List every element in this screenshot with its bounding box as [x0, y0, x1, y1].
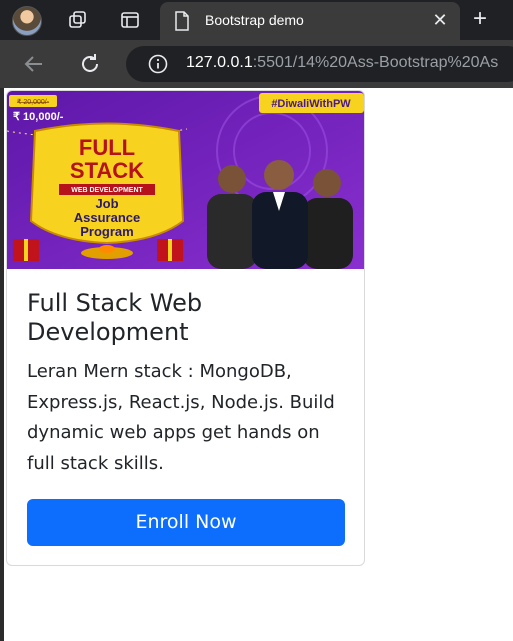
banner-line-assurance: Assurance: [74, 210, 140, 225]
enroll-now-button[interactable]: Enroll Now: [27, 499, 345, 546]
url-path: :5501/14%20Ass-Bootstrap%20As: [252, 54, 499, 71]
url-text: 127.0.0.1:5501/14%20Ass-Bootstrap%20As: [186, 54, 498, 72]
close-icon[interactable]: ✕: [430, 10, 450, 30]
banner-line-stack: STACK: [70, 158, 144, 183]
refresh-icon[interactable]: [78, 52, 102, 76]
info-icon[interactable]: [148, 54, 168, 74]
tab-title: Bootstrap demo: [205, 12, 304, 28]
old-price: ₹ 20,000/-: [17, 98, 50, 106]
instructors-illustration: [207, 160, 353, 269]
browser-tab-bar: Bootstrap demo ✕ +: [0, 0, 513, 40]
profile-avatar[interactable]: [12, 6, 42, 36]
window-edge: [0, 88, 4, 641]
workspaces-icon[interactable]: [68, 10, 88, 30]
url-host: 127.0.0.1: [186, 54, 253, 71]
back-arrow-icon[interactable]: [22, 52, 46, 76]
banner-line-job: Job: [95, 196, 118, 211]
page-icon: [174, 11, 190, 36]
banner-line-full: FULL: [79, 135, 135, 160]
tab-bootstrap-demo[interactable]: Bootstrap demo ✕: [160, 2, 460, 40]
tab-actions-icon[interactable]: [120, 10, 140, 30]
browser-toolbar: 127.0.0.1:5501/14%20Ass-Bootstrap%20As: [0, 40, 513, 88]
card-text: Leran Mern stack : MongoDB, Express.js, …: [27, 361, 335, 474]
banner-line-program: Program: [80, 224, 133, 239]
course-card: #DiwaliWithPW ₹ 20,000/- ₹ 10,000/- FULL…: [6, 90, 365, 566]
course-banner-image: #DiwaliWithPW ₹ 20,000/- ₹ 10,000/- FULL…: [7, 91, 364, 269]
new-tab-icon[interactable]: +: [468, 7, 492, 32]
card-title: Full Stack Web Development: [27, 289, 203, 346]
new-price: ₹ 10,000/-: [13, 111, 64, 123]
card-body: Full Stack Web Development Leran Mern st…: [27, 289, 347, 479]
banner-hashtag: #DiwaliWithPW: [271, 98, 351, 110]
banner-ribbon: WEB DEVELOPMENT: [71, 187, 143, 194]
address-bar[interactable]: 127.0.0.1:5501/14%20Ass-Bootstrap%20As: [126, 46, 513, 82]
